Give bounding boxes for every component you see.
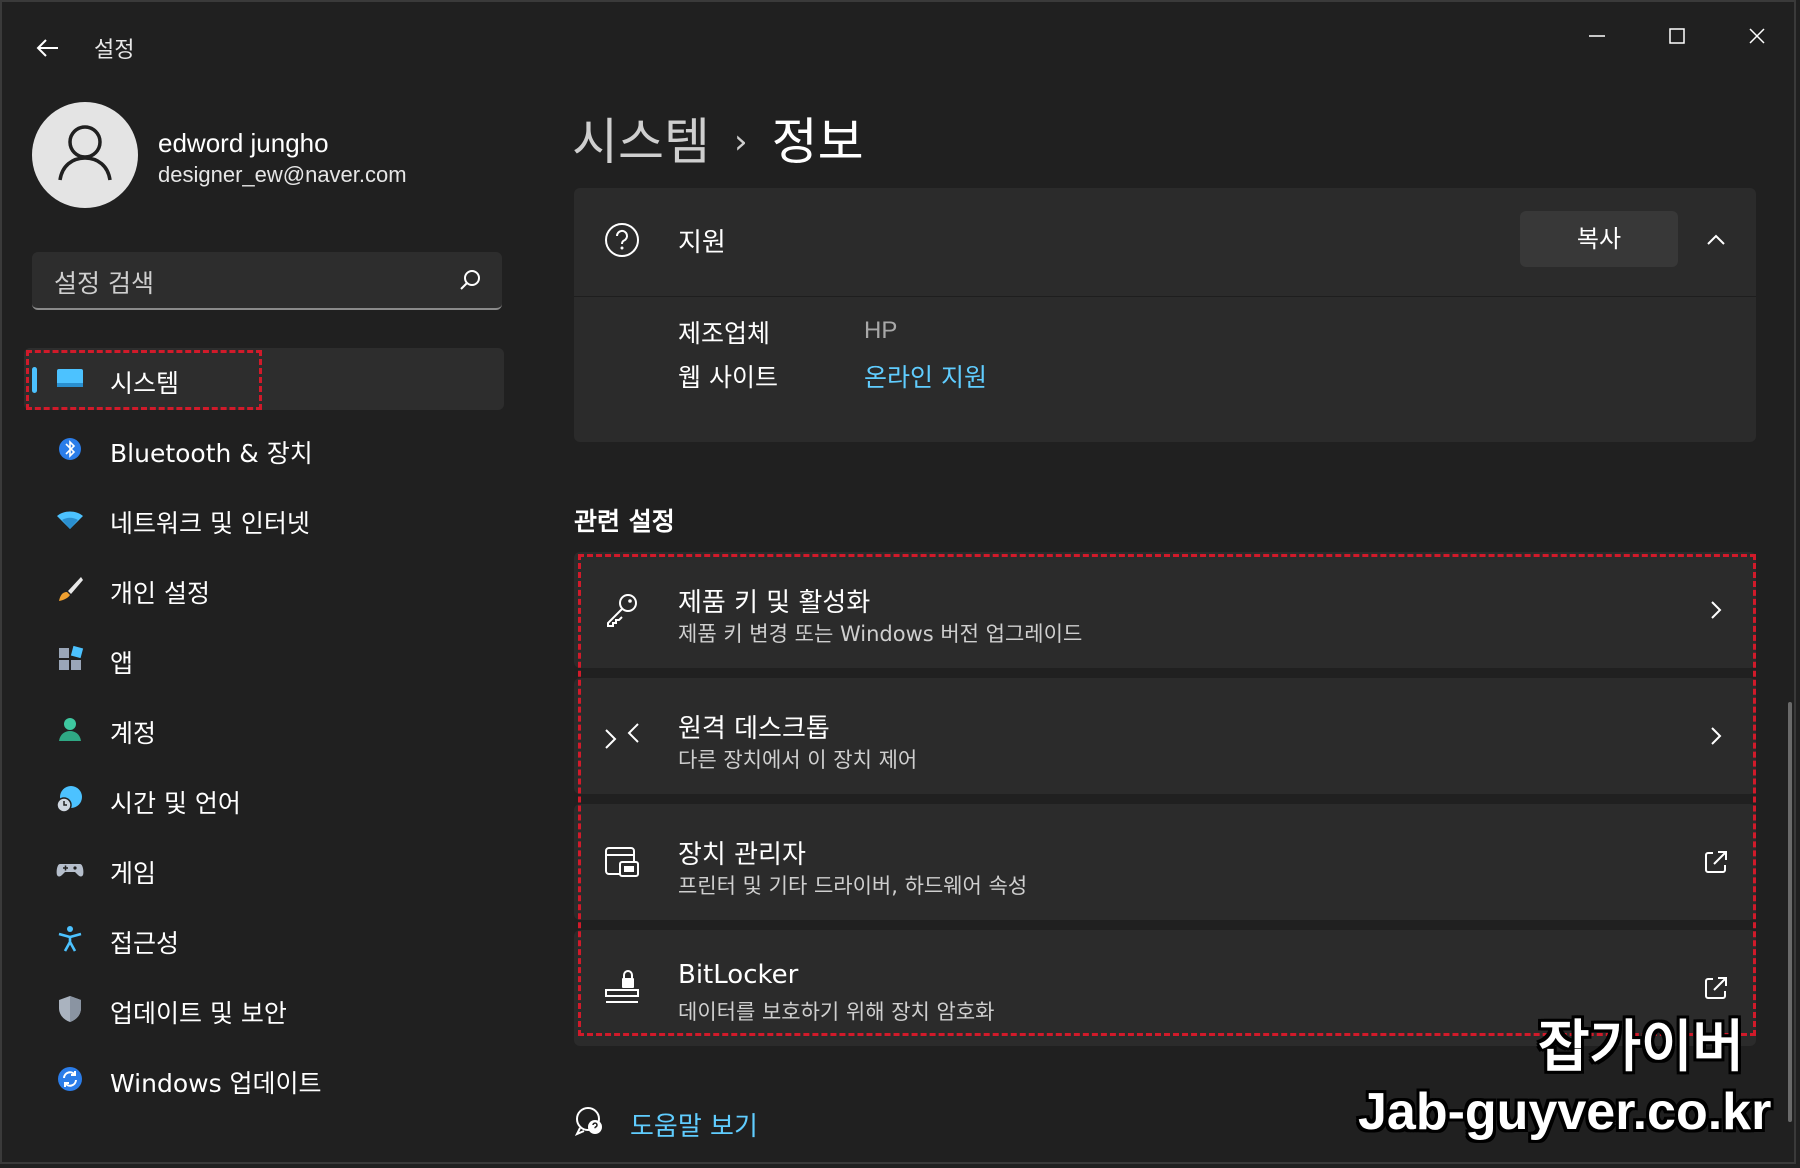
accessibility-icon bbox=[58, 926, 82, 952]
breadcrumb-parent[interactable]: 시스템 bbox=[572, 113, 710, 171]
manufacturer-value: HP bbox=[864, 317, 898, 344]
settings-window: 설정 edword jungho designer_ew@naver.com 설… bbox=[0, 0, 1796, 1164]
sidebar-item-time-language[interactable]: 시간 및 언어 bbox=[24, 768, 504, 830]
website-label: 웹 사이트 bbox=[678, 363, 778, 392]
user-icon bbox=[58, 125, 112, 181]
wifi-icon bbox=[57, 511, 83, 529]
settings-search-box[interactable]: 설정 검색 bbox=[32, 252, 502, 310]
support-title: 지원 bbox=[678, 228, 726, 258]
watermark-brand: 잡가이버 bbox=[1538, 1015, 1745, 1080]
remote-desktop-item[interactable]: 원격 데스크톱 다른 장치에서 이 장치 제어 bbox=[574, 678, 1756, 794]
sidebar-item-system[interactable]: 시스템 bbox=[24, 348, 504, 410]
get-help-label: 도움말 보기 bbox=[630, 1112, 758, 1142]
external-link-icon bbox=[1705, 851, 1727, 873]
sidebar-item-label: 업데이트 및 보안 bbox=[110, 999, 287, 1028]
sidebar-item-update-security[interactable]: 업데이트 및 보안 bbox=[24, 978, 504, 1040]
sidebar-nav: 시스템 Bluetooth & 장치 네트워크 및 인터넷 개인 설정 앱 계정… bbox=[24, 348, 504, 1118]
user-profile[interactable]: edword jungho designer_ew@naver.com bbox=[32, 102, 502, 212]
brush-icon bbox=[59, 577, 83, 601]
bitlocker-icon bbox=[605, 970, 639, 1003]
search-input[interactable]: 설정 검색 bbox=[54, 264, 154, 300]
scrollbar[interactable] bbox=[1788, 702, 1792, 1122]
active-indicator bbox=[32, 367, 37, 393]
sync-icon bbox=[58, 1067, 82, 1091]
device-manager-item[interactable]: 장치 관리자 프린터 및 기타 드라이버, 하드웨어 속성 bbox=[574, 804, 1756, 920]
product-key-activation-item[interactable]: 제품 키 및 활성화 제품 키 변경 또는 Windows 버전 업그레이드 bbox=[574, 552, 1756, 668]
chevron-right-icon bbox=[1711, 727, 1722, 745]
user-name: edword jungho bbox=[158, 128, 329, 158]
related-item-subtitle: 데이터를 보호하기 위해 장치 암호화 bbox=[678, 1000, 995, 1024]
chevron-right-icon bbox=[1711, 601, 1722, 619]
app-title: 설정 bbox=[94, 38, 135, 63]
sidebar-item-personalization[interactable]: 개인 설정 bbox=[24, 558, 504, 620]
sidebar-item-accessibility[interactable]: 접근성 bbox=[24, 908, 504, 970]
sidebar-item-label: 네트워크 및 인터넷 bbox=[110, 509, 310, 538]
manufacturer-label: 제조업체 bbox=[678, 319, 771, 348]
gamepad-icon bbox=[56, 864, 84, 877]
back-arrow-icon[interactable] bbox=[32, 32, 64, 64]
sidebar-item-bluetooth[interactable]: Bluetooth & 장치 bbox=[24, 418, 504, 480]
minimize-icon[interactable] bbox=[1567, 16, 1627, 56]
breadcrumb: 시스템 › 정보 bbox=[572, 102, 864, 174]
maximize-icon[interactable] bbox=[1647, 16, 1707, 56]
remote-desktop-icon bbox=[605, 723, 639, 749]
related-item-title: 원격 데스크톱 bbox=[678, 714, 830, 744]
shield-icon bbox=[59, 996, 81, 1022]
globe-clock-icon bbox=[56, 786, 82, 813]
avatar[interactable] bbox=[32, 102, 138, 208]
breadcrumb-separator: › bbox=[734, 122, 748, 162]
sidebar-item-label: 시간 및 언어 bbox=[110, 789, 241, 818]
sidebar-item-label: 게임 bbox=[110, 859, 157, 888]
sidebar-item-gaming[interactable]: 게임 bbox=[24, 838, 504, 900]
sidebar-item-label: 앱 bbox=[110, 649, 134, 678]
account-icon bbox=[59, 718, 81, 741]
search-icon[interactable] bbox=[456, 266, 484, 294]
related-item-subtitle: 프린터 및 기타 드라이버, 하드웨어 속성 bbox=[678, 874, 1028, 898]
page-title: 정보 bbox=[771, 113, 864, 171]
related-settings-title: 관련 설정 bbox=[574, 507, 675, 536]
sidebar-item-label: 접근성 bbox=[110, 929, 180, 958]
sidebar-item-windows-update[interactable]: Windows 업데이트 bbox=[24, 1048, 504, 1110]
sidebar-item-label: Windows 업데이트 bbox=[110, 1069, 322, 1098]
key-icon bbox=[607, 594, 637, 627]
monitor-icon bbox=[57, 369, 83, 387]
sidebar-item-label: Bluetooth & 장치 bbox=[110, 439, 313, 468]
online-support-link[interactable]: 온라인 지원 bbox=[864, 358, 987, 394]
support-header[interactable]: 지원 복사 bbox=[574, 188, 1756, 297]
related-item-title: BitLocker bbox=[678, 960, 799, 990]
sidebar-item-label: 개인 설정 bbox=[110, 579, 210, 608]
apps-icon bbox=[59, 645, 84, 670]
chevron-up-icon[interactable] bbox=[1698, 222, 1734, 258]
sidebar-item-label: 계정 bbox=[110, 719, 157, 748]
related-item-subtitle: 다른 장치에서 이 장치 제어 bbox=[678, 748, 918, 772]
watermark-url: Jab-guyver.co.kr bbox=[1358, 1083, 1772, 1141]
title-bar: 설정 bbox=[2, 2, 1794, 92]
external-link-icon bbox=[1705, 977, 1727, 999]
device-manager-icon bbox=[605, 847, 639, 877]
copy-button[interactable]: 복사 bbox=[1520, 211, 1678, 267]
close-icon[interactable] bbox=[1727, 16, 1787, 56]
support-card: 지원 복사 제조업체 HP 웹 사이트 온라인 지원 bbox=[574, 188, 1756, 442]
sidebar-item-apps[interactable]: 앱 bbox=[24, 628, 504, 690]
sidebar-item-network[interactable]: 네트워크 및 인터넷 bbox=[24, 488, 504, 550]
related-item-title: 장치 관리자 bbox=[678, 840, 806, 870]
help-chat-icon bbox=[574, 1107, 602, 1136]
related-item-title: 제품 키 및 활성화 bbox=[678, 588, 871, 618]
sidebar-item-label: 시스템 bbox=[110, 369, 180, 398]
user-email: designer_ew@naver.com bbox=[158, 162, 407, 187]
sidebar-item-accounts[interactable]: 계정 bbox=[24, 698, 504, 760]
bluetooth-icon bbox=[59, 438, 81, 460]
question-circle-icon bbox=[605, 223, 639, 257]
related-item-subtitle: 제품 키 변경 또는 Windows 버전 업그레이드 bbox=[678, 622, 1083, 646]
